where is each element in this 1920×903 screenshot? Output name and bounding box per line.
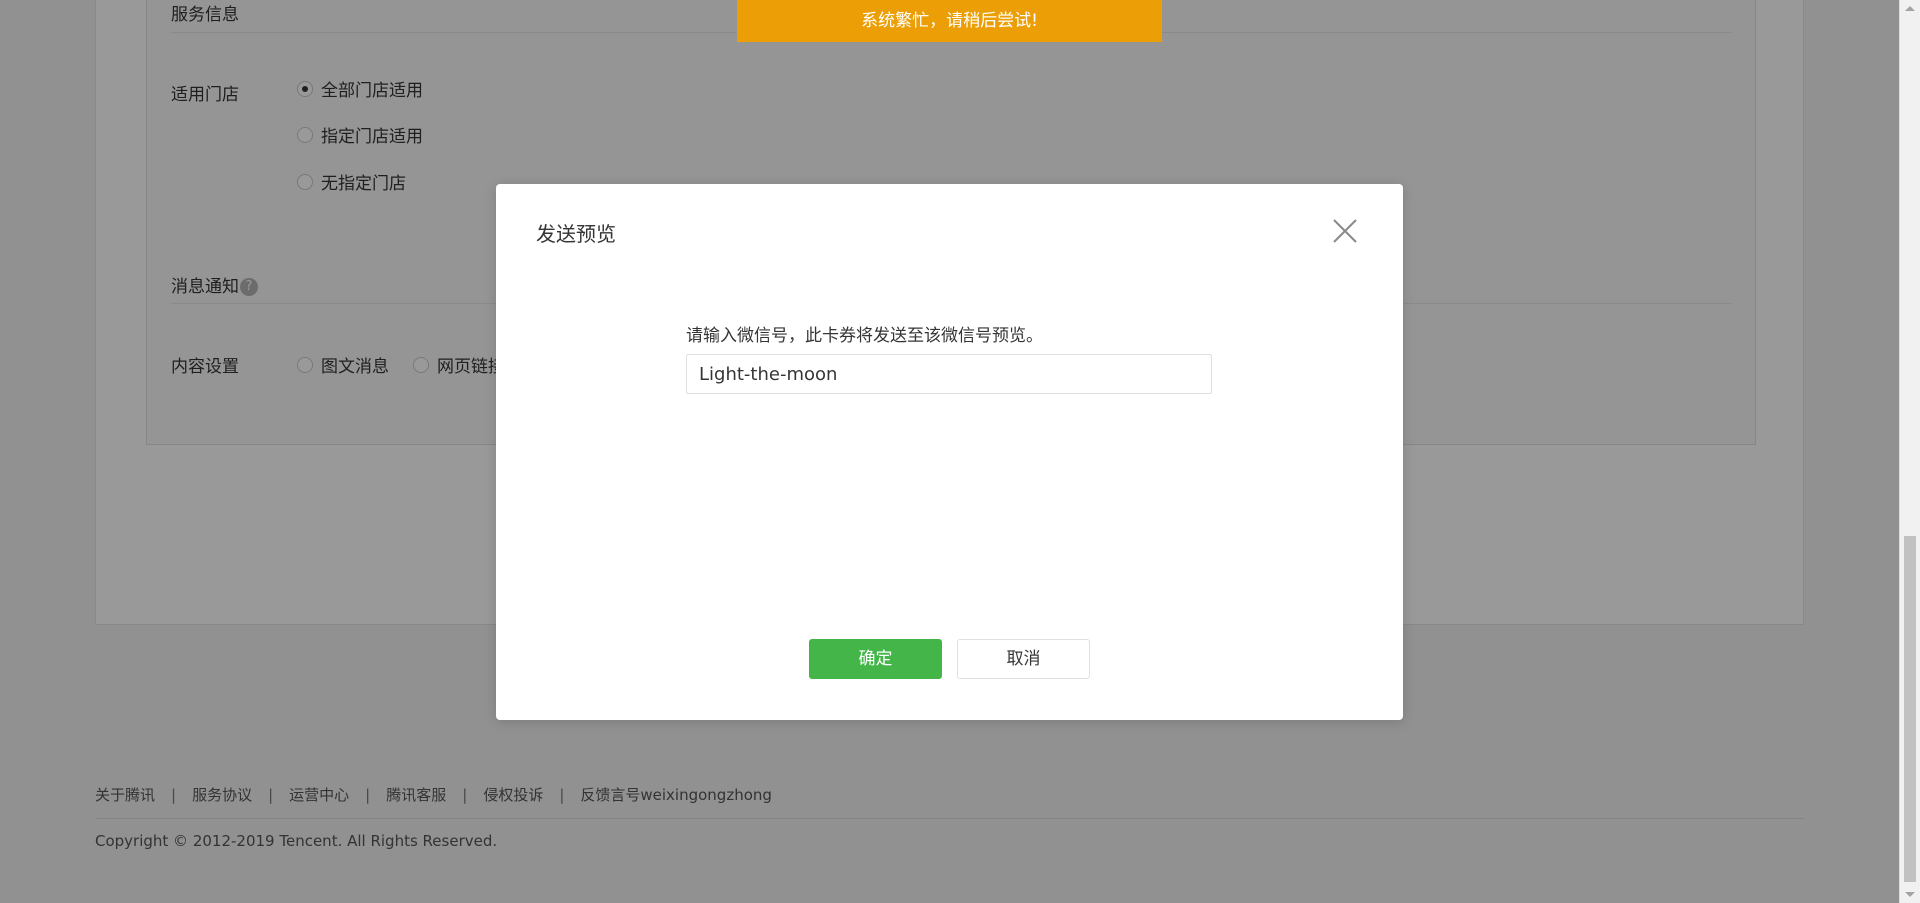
close-icon[interactable]: [1332, 218, 1358, 244]
cancel-button[interactable]: 取消: [957, 639, 1090, 679]
scroll-up-icon[interactable]: [1905, 6, 1915, 11]
wechat-id-input[interactable]: [686, 354, 1212, 394]
error-toast: 系统繁忙，请稍后尝试!: [737, 0, 1162, 42]
send-preview-dialog: 发送预览 请输入微信号，此卡券将发送至该微信号预览。 确定 取消: [496, 184, 1403, 720]
dialog-description: 请输入微信号，此卡券将发送至该微信号预览。: [686, 326, 1043, 346]
confirm-button[interactable]: 确定: [809, 639, 942, 679]
dialog-title: 发送预览: [536, 222, 616, 246]
scroll-down-icon[interactable]: [1905, 892, 1915, 897]
page-background: 服务信息 适用门店 全部门店适用 指定门店适用 无指定门店 消息通知? 内容设置: [0, 0, 1899, 903]
scroll-thumb[interactable]: [1904, 536, 1916, 882]
vertical-scrollbar[interactable]: [1899, 0, 1920, 903]
